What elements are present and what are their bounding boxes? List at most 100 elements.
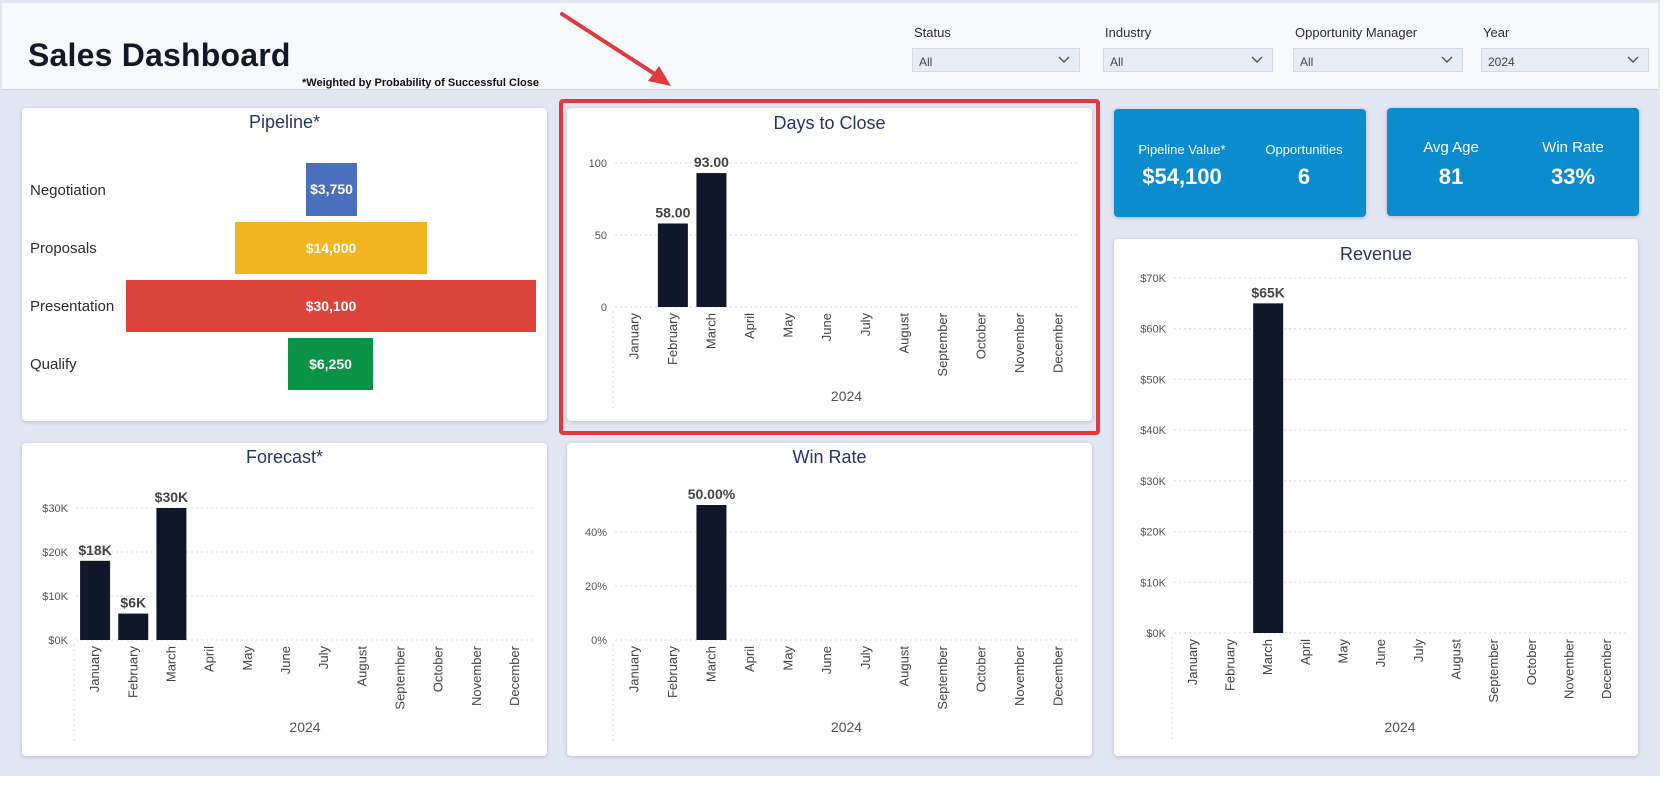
y-tick-label: $30K — [42, 503, 68, 515]
bar-march[interactable] — [1253, 303, 1284, 633]
x-tick-label: January — [87, 646, 102, 693]
industry-filter-label: Industry — [1105, 25, 1152, 40]
x-axis-title: 2024 — [831, 719, 862, 735]
x-tick-label: August — [354, 646, 369, 687]
industry-filter-value: All — [1110, 55, 1124, 69]
x-tick-label: August — [1449, 639, 1464, 680]
x-tick-label: September — [1486, 638, 1501, 702]
data-label: $65K — [1251, 284, 1284, 300]
pipeline-value-label: Pipeline Value* — [1138, 142, 1226, 157]
bar-march[interactable] — [156, 508, 187, 640]
x-tick-label: June — [819, 646, 834, 674]
win-rate-kpi-value: 33% — [1550, 164, 1596, 189]
y-tick-label: $20K — [42, 547, 68, 559]
age-winrate-kpi-card: Avg Age 81 Win Rate 33% — [1387, 108, 1639, 216]
x-tick-label: November — [1012, 645, 1027, 706]
industry-filter-dropdown[interactable]: All — [1103, 48, 1273, 72]
y-tick-label: $10K — [1140, 577, 1166, 589]
opportunity-manager-filter-dropdown[interactable]: All — [1293, 48, 1463, 72]
x-tick-label: November — [469, 645, 484, 706]
x-tick-label: April — [1298, 639, 1313, 665]
revenue-card: Revenue $0K $10K $20K $30K $40K $50K $60K $70K J… — [1114, 239, 1638, 756]
forecast-card: Forecast* $0K $10K $20K $30K $18K January $6K F… — [22, 443, 547, 756]
page-title: Sales Dashboard — [28, 37, 291, 73]
x-tick-label: June — [278, 646, 293, 674]
y-tick-label: 20% — [585, 581, 607, 593]
funnel-label-presentation: Presentation — [30, 298, 115, 315]
avg-age-label: Avg Age — [1423, 139, 1479, 156]
funnel-label-qualify: Qualify — [30, 356, 77, 373]
funnel-bar-proposals[interactable]: $14,000 — [235, 222, 427, 274]
x-tick-label: August — [896, 646, 911, 687]
y-tick-label: $60K — [1140, 324, 1166, 336]
x-tick-label: October — [1524, 638, 1539, 685]
x-tick-label: January — [1185, 639, 1200, 686]
funnel-bar-qualify[interactable]: $6,250 — [288, 338, 373, 390]
x-tick-label: December — [1599, 638, 1614, 699]
x-tick-label: February — [125, 646, 140, 699]
highlight-box — [559, 99, 1100, 435]
opportunity-manager-filter-label: Opportunity Manager — [1295, 25, 1418, 40]
data-label: $30K — [155, 489, 188, 505]
x-tick-label: January — [626, 646, 641, 693]
funnel-label-proposals: Proposals — [30, 240, 97, 257]
avg-age-value: 81 — [1438, 164, 1464, 189]
x-tick-label: September — [935, 645, 950, 709]
y-tick-label: $30K — [1140, 476, 1166, 488]
pipeline-opportunities-kpi-card: Pipeline Value* $54,100 Opportunities 6 — [1114, 109, 1366, 217]
forecast-chart: $0K $10K $20K $30K $18K January $6K February $30… — [42, 489, 534, 741]
y-tick-label: $40K — [1140, 425, 1166, 437]
bar-february[interactable] — [118, 613, 149, 640]
year-filter-dropdown[interactable]: 2024 — [1481, 48, 1649, 72]
x-tick-label: June — [1373, 639, 1388, 667]
y-tick-label: 0% — [591, 635, 607, 647]
x-tick-label: October — [431, 645, 446, 692]
chevron-down-icon — [1250, 53, 1264, 70]
pipeline-title: Pipeline* — [248, 112, 321, 132]
pipeline-card: Pipeline* Negotiation $3,750 Proposals $… — [22, 108, 547, 421]
opportunities-label: Opportunities — [1265, 142, 1343, 157]
data-label: $18K — [78, 542, 111, 558]
pipeline-value: $54,100 — [1142, 164, 1222, 189]
opportunity-manager-filter-value: All — [1300, 55, 1314, 69]
x-tick-label: May — [240, 646, 255, 671]
x-tick-label: July — [1411, 639, 1426, 663]
y-tick-label: $70K — [1140, 273, 1166, 285]
win-rate-card: Win Rate 0% 20% 40% January February 50.00% Ma… — [567, 443, 1092, 756]
funnel-label-negotiation: Negotiation — [30, 182, 106, 199]
y-tick-label: $20K — [1140, 527, 1166, 539]
x-tick-label: December — [1051, 645, 1066, 706]
x-tick-label: March — [163, 646, 178, 682]
chevron-down-icon — [1440, 53, 1454, 70]
x-tick-label: September — [392, 645, 407, 709]
opportunities-value: 6 — [1297, 164, 1311, 189]
bar-march[interactable] — [696, 505, 727, 640]
x-tick-label: March — [1260, 639, 1275, 675]
x-tick-label: November — [1562, 638, 1577, 699]
x-tick-label: May — [781, 646, 796, 671]
win-rate-kpi-label: Win Rate — [1542, 139, 1604, 156]
y-tick-label: $50K — [1140, 374, 1166, 386]
x-tick-label: July — [316, 646, 331, 670]
header-bar: Sales Dashboard *Weighted by Probability… — [2, 3, 1658, 90]
weighted-note: *Weighted by Probability of Successful C… — [302, 77, 539, 89]
status-filter-dropdown[interactable]: All — [912, 48, 1080, 72]
status-filter-label: Status — [914, 25, 951, 40]
x-tick-label: April — [742, 646, 757, 672]
x-tick-label: March — [703, 646, 718, 682]
chevron-down-icon — [1057, 53, 1071, 70]
funnel-bar-negotiation[interactable]: $3,750 — [306, 163, 357, 216]
x-tick-label: May — [1336, 639, 1351, 664]
chevron-down-icon — [1626, 53, 1640, 70]
x-tick-label: July — [858, 646, 873, 670]
win-rate-chart: 0% 20% 40% January February 50.00% March April M… — [585, 486, 1078, 741]
revenue-chart: $0K $10K $20K $30K $40K $50K $60K $70K January Fe… — [1140, 273, 1626, 741]
y-tick-label: $0K — [48, 635, 68, 647]
year-filter-value: 2024 — [1488, 55, 1515, 69]
funnel-bar-presentation[interactable]: $30,100 — [126, 280, 536, 332]
bar-january[interactable] — [80, 560, 111, 640]
data-label: 50.00% — [688, 486, 736, 502]
y-tick-label: $10K — [42, 591, 68, 603]
annotation-arrow-icon — [560, 12, 671, 86]
x-axis-title: 2024 — [1384, 719, 1415, 735]
